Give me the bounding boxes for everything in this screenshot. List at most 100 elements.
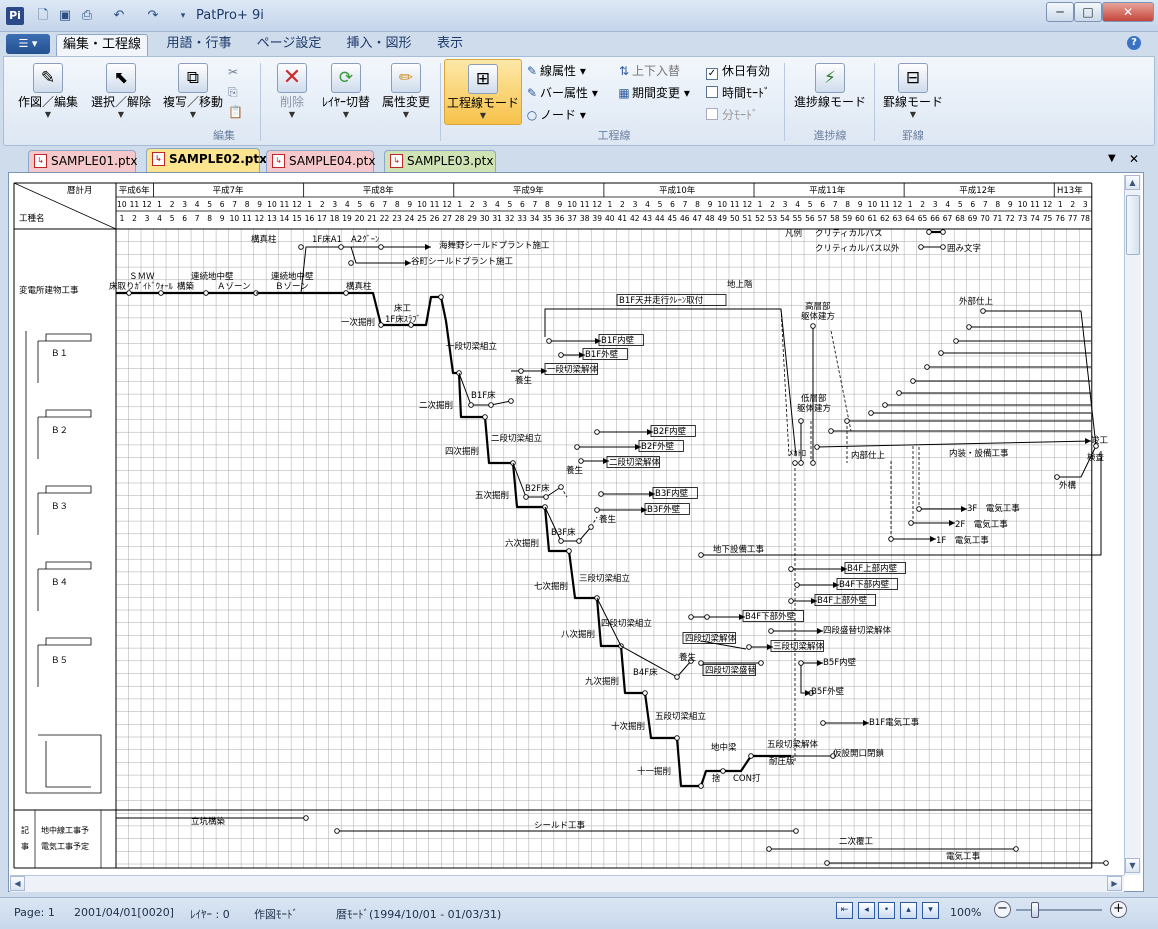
chart-node [924,364,930,370]
chevron-down-icon: ▼ [342,110,350,119]
tab-view[interactable]: 表示 [428,34,472,56]
chart-label: 電気工事予定 [41,841,89,851]
minimize-button[interactable]: ─ [1046,2,1074,22]
swap-button[interactable]: ⇅ 上下入替 [616,61,680,81]
file-menu-button[interactable]: ☰ ▾ [6,34,50,54]
undo-icon[interactable]: ↶ [110,8,128,24]
ruled-mode-button[interactable]: ⊟ 罫線モード ▼ [878,63,948,120]
scroll-left-icon[interactable]: ◀ [10,876,25,891]
chart-node [814,444,820,450]
zoom-slider-thumb[interactable] [1031,902,1039,918]
chart-label: 39 [592,214,602,223]
draw-edit-label: 作図／編集 [17,95,78,109]
chart-label: クリティカルパス [815,229,883,239]
layer-switch-button[interactable]: ⟳ ﾚｲﾔｰ切替 ▼ [318,63,374,120]
tab-page-setup[interactable]: ページ設定 [248,34,330,56]
zoom-slider-track[interactable] [1016,909,1102,911]
chart-label: B2F外壁 [641,441,675,452]
chart-node [768,628,774,634]
chart-label: 35 [542,214,552,223]
chart-label: 凡例 [785,228,802,239]
vertical-scrollbar[interactable]: ▲ ▼ [1124,175,1141,875]
tab-edit-process[interactable]: 編集・工程線 [56,34,148,56]
chart-node [810,460,816,466]
chart-label: B3F床 [551,527,576,538]
chart-label: 5 [958,200,963,209]
chart-label: 三段切梁解体 [773,641,825,652]
select-button[interactable]: ⬉ 選択／解除 ▼ [86,63,156,120]
chart-label: 3 [783,200,788,209]
swap-label: 上下入替 [632,64,681,78]
chart-label: 床取りｶﾞｲﾄﾞｳｫｰﾙ [109,281,174,292]
draw-edit-button[interactable]: ✎ 作図／編集 ▼ [12,63,84,120]
scroll-up-icon[interactable]: ▲ [1125,175,1140,190]
copy-move-button[interactable]: ⧉ 複写／移動 ▼ [158,63,228,120]
tab-insert-shape[interactable]: 挿入・図形 [338,34,420,56]
redo-icon[interactable]: ↷ [144,8,162,24]
status-page: Page: 1 [14,906,55,919]
attr-change-button[interactable]: ✏ 属性変更 ▼ [376,63,436,120]
horizontal-scrollbar[interactable]: ◀ ▶ [10,875,1124,892]
minute-mode-checkbox[interactable]: 分ﾓｰﾄﾞ [706,105,758,125]
chart-label: 九次掘削 [585,676,619,687]
doc-tab-label: SAMPLE04.ptx [289,154,376,168]
vertical-scroll-thumb[interactable] [1126,195,1140,255]
chart-node [938,350,944,356]
bar-attr-button[interactable]: ✎ バー属性 ▾ [524,83,598,103]
delete-button[interactable]: ✕ 削除 ▼ [266,63,318,120]
process-mode-button[interactable]: ⊞ 工程線モード ▼ [444,59,522,125]
nav-prev-button[interactable]: ◂ [858,902,875,919]
doc-tab-3[interactable]: ↳ SAMPLE04.ptx [266,150,376,172]
chevron-down-icon: ▼ [402,110,410,119]
chart-node [642,690,648,696]
noncritical-path [306,246,411,264]
tab-list-dropdown-icon[interactable]: ▼ [1108,153,1116,164]
maximize-button[interactable]: □ [1074,2,1102,22]
doc-tab-2[interactable]: ↳ SAMPLE02.ptx [146,148,267,172]
chart-canvas[interactable]: 暦計月 工種名 平成6年 平成7年 平成8年 平成9年 平成10年 平成11年 平成12年 H13… [8,172,1144,892]
doc-tab-4[interactable]: ↳ SAMPLE03.ptx [384,150,496,172]
chart-label: 10 [1018,200,1028,209]
help-icon[interactable]: ? [1127,36,1141,50]
chart-label: 71 [993,214,1003,223]
chart-node [518,368,524,374]
print-icon[interactable]: ⎙ [78,8,96,24]
chart-label: 低層部 [801,393,827,404]
chart-node [844,418,850,424]
chart-label: 1 [608,200,613,209]
app-logo-icon[interactable]: Pi [6,7,24,25]
copy-small-icon[interactable]: ⎘ [228,85,238,100]
chart-label: 構真柱 [346,281,372,292]
holiday-checkbox[interactable]: ✓ 休日有効 [706,61,770,81]
node-button[interactable]: ○ ノード ▾ [524,105,586,125]
new-document-icon[interactable]: 🗋 [34,8,52,24]
qat-customize-icon[interactable]: ▾ [174,8,192,24]
chart-label: B1F電気工事 [869,717,920,728]
cut-icon[interactable]: ✂ [228,65,238,79]
period-change-button[interactable]: ▦ 期間変更 ▾ [616,83,690,103]
zoom-out-button[interactable]: − [994,901,1011,918]
scroll-right-icon[interactable]: ▶ [1107,876,1122,891]
close-document-icon[interactable]: ✕ [1129,152,1139,166]
scroll-down-icon[interactable]: ▼ [1125,858,1140,873]
close-button[interactable]: ✕ [1102,2,1154,22]
paste-icon[interactable]: 📋 [228,105,243,119]
process-chart[interactable]: 暦計月工種名 平成6年 平成7年 平成8年 平成9年 平成10年 平成11年 平成12年 H13… [9,173,1125,873]
chart-label: 75 [1043,214,1053,223]
line-attr-button[interactable]: ✎ 線属性 ▾ [524,61,586,81]
nav-center-button[interactable]: • [878,902,895,919]
chart-label: 10 [718,200,728,209]
nav-first-button[interactable]: ⇤ [836,902,853,919]
nav-down-button[interactable]: ▾ [922,902,939,919]
nav-up-button[interactable]: ▴ [900,902,917,919]
zoom-in-button[interactable]: + [1110,901,1127,918]
time-mode-checkbox[interactable]: 時間ﾓｰﾄﾞ [706,83,770,103]
progress-mode-button[interactable]: ⚡ 進捗線モード [790,63,870,110]
save-icon[interactable]: ▣ [56,8,74,24]
chart-label: 1 [758,200,763,209]
chart-node [798,460,804,466]
chart-label: 59 [843,214,853,223]
doc-tab-1[interactable]: ↳ SAMPLE01.ptx [28,150,137,172]
chart-label: 2 [620,200,625,209]
tab-terms-events[interactable]: 用語・行事 [158,34,240,56]
